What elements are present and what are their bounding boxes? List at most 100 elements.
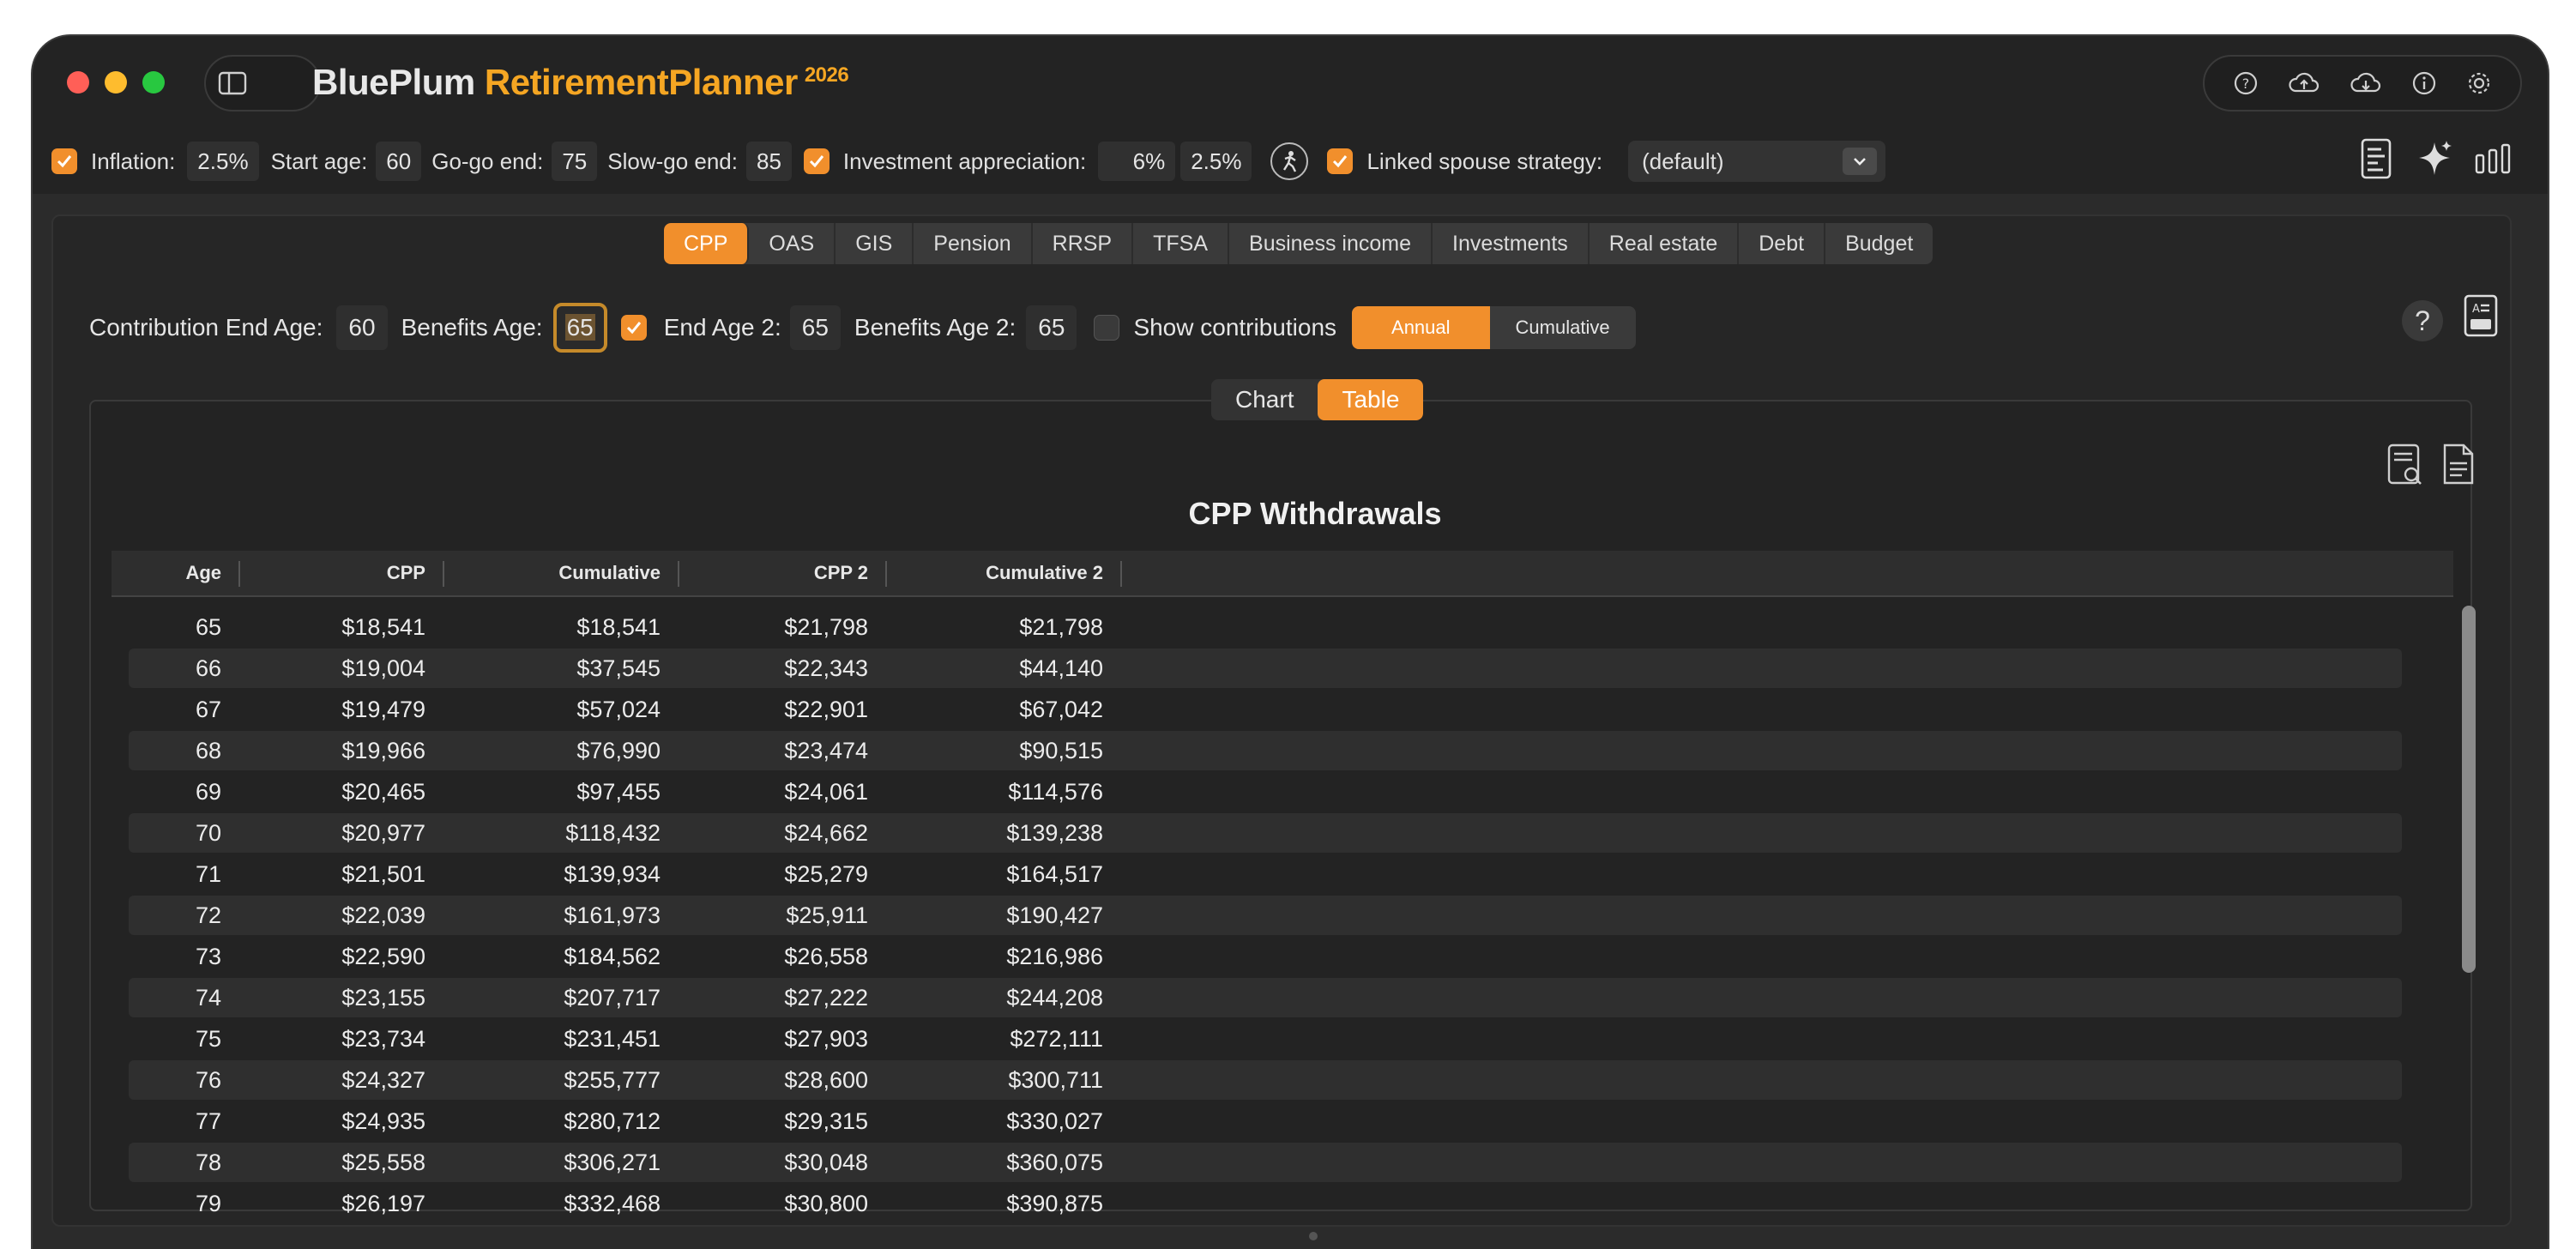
bar-chart-icon[interactable] <box>2474 142 2513 182</box>
gogo-end-field[interactable]: 75 <box>552 142 598 181</box>
tab-rrsp[interactable]: RRSP <box>1033 223 1134 264</box>
checkmark-icon <box>57 155 72 168</box>
table-row[interactable]: 73 $22,590 $184,562 $26,558 $216,986 <box>129 937 2402 976</box>
annual-button[interactable]: Annual <box>1352 306 1490 349</box>
cell-cpp-2: $24,061 <box>784 779 868 805</box>
tab-tfsa[interactable]: TFSA <box>1133 223 1230 264</box>
info-icon[interactable] <box>2411 70 2437 96</box>
title-bar: BluePlum RetirementPlanner 2026 ? <box>33 36 2548 129</box>
table-row[interactable]: 66 $19,004 $37,545 $22,343 $44,140 <box>129 649 2402 688</box>
tab-pension[interactable]: Pension <box>914 223 1033 264</box>
benefits-age-field[interactable]: 65 <box>552 303 607 353</box>
linked-spouse-dropdown[interactable]: (default) <box>1628 141 1886 182</box>
tab-gis[interactable]: GIS <box>836 223 914 264</box>
tab-investments[interactable]: Investments <box>1433 223 1590 264</box>
minimize-window-button[interactable] <box>105 71 127 94</box>
cell-age: 78 <box>195 1149 221 1175</box>
cell-cpp-2: $30,048 <box>784 1149 868 1175</box>
cell-cumulative-2: $164,517 <box>1006 861 1103 887</box>
cell-cumulative-2: $300,711 <box>1008 1067 1103 1093</box>
spouse-cpp-checkbox[interactable] <box>620 315 647 341</box>
tab-debt[interactable]: Debt <box>1739 223 1826 264</box>
help-circle-icon[interactable]: ? <box>2233 70 2259 96</box>
table-row[interactable]: 75 $23,734 $231,451 $27,903 $272,111 <box>129 1019 2402 1059</box>
table-row[interactable]: 69 $20,465 $97,455 $24,061 $114,576 <box>129 772 2402 812</box>
inflation-field[interactable]: 2.5% <box>187 142 259 181</box>
tab-budget[interactable]: Budget <box>1825 223 1933 264</box>
document-icon: A <box>2464 294 2498 337</box>
investment-appreciation-field-2[interactable]: 2.5% <box>1180 142 1252 181</box>
column-header-age[interactable]: Age <box>112 551 221 595</box>
cell-cumulative: $332,468 <box>564 1191 661 1216</box>
chevron-down-icon <box>1843 148 1878 175</box>
table-view-button[interactable]: Table <box>1318 379 1424 420</box>
gogo-end-label: Go-go end: <box>431 148 544 174</box>
runner-strategy-button[interactable] <box>1270 142 1309 180</box>
scroll-thumb[interactable] <box>2462 606 2476 973</box>
cumulative-button[interactable]: Cumulative <box>1490 306 1636 349</box>
table-row[interactable]: 74 $23,155 $207,717 $27,222 $244,208 <box>129 978 2402 1017</box>
investment-appreciation-field[interactable]: 6% <box>1098 142 1176 181</box>
sidebar-toggle-button[interactable] <box>204 55 321 112</box>
cell-cumulative-2: $390,875 <box>1006 1191 1103 1216</box>
chart-table-toggle: Chart Table <box>1211 379 1424 420</box>
show-contributions-checkbox[interactable] <box>1094 315 1120 341</box>
benefits-age-label: Benefits Age: <box>401 314 543 341</box>
tab-oas[interactable]: OAS <box>749 223 836 264</box>
table-row[interactable]: 71 $21,501 $139,934 $25,279 $164,517 <box>129 854 2402 894</box>
table-row[interactable]: 67 $19,479 $57,024 $22,901 $67,042 <box>129 690 2402 729</box>
resize-handle[interactable] <box>1309 1232 1318 1240</box>
cell-cumulative-2: $21,798 <box>1019 614 1103 640</box>
close-window-button[interactable] <box>67 71 89 94</box>
inflation-checkbox[interactable] <box>51 148 77 174</box>
investment-appreciation-checkbox[interactable] <box>803 148 830 174</box>
contribution-end-age-field[interactable]: 60 <box>336 305 388 350</box>
checkmark-icon <box>626 322 641 335</box>
column-header-cpp[interactable]: CPP <box>240 551 425 595</box>
tab-cpp[interactable]: CPP <box>664 223 750 264</box>
column-divider[interactable] <box>1120 561 1122 587</box>
linked-spouse-checkbox[interactable] <box>1327 148 1354 174</box>
cloud-download-icon[interactable] <box>2350 70 2382 96</box>
zoom-window-button[interactable] <box>142 71 165 94</box>
cell-cpp-2: $30,800 <box>784 1191 868 1216</box>
table-row[interactable]: 79 $26,197 $332,468 $30,800 $390,875 <box>129 1184 2402 1223</box>
sidebar-icon <box>218 71 247 95</box>
checkmark-icon <box>1333 155 1348 168</box>
document-search-icon[interactable] <box>2386 443 2424 492</box>
sparkles-icon[interactable] <box>2416 137 2455 186</box>
benefits-age-2-field[interactable]: 65 <box>1026 305 1077 350</box>
table-scrollbar[interactable] <box>2458 602 2477 1220</box>
column-header-cumulative-2[interactable]: Cumulative 2 <box>887 551 1103 595</box>
document-text-icon[interactable] <box>2441 443 2476 492</box>
table-row[interactable]: 76 $24,327 $255,777 $28,600 $300,711 <box>129 1060 2402 1100</box>
cloud-upload-icon[interactable] <box>2288 70 2320 96</box>
table-row[interactable]: 65 $18,541 $18,541 $21,798 $21,798 <box>129 607 2402 647</box>
table-row[interactable]: 77 $24,935 $280,712 $29,315 $330,027 <box>129 1101 2402 1141</box>
slowgo-end-field[interactable]: 85 <box>746 142 792 181</box>
column-header-cumulative[interactable]: Cumulative <box>444 551 661 595</box>
table-row[interactable]: 78 $25,558 $306,271 $30,048 $360,075 <box>129 1143 2402 1182</box>
document-info-button[interactable]: A <box>2462 293 2500 342</box>
table-row[interactable]: 72 $22,039 $161,973 $25,911 $190,427 <box>129 896 2402 935</box>
cell-cpp-2: $21,798 <box>784 614 868 640</box>
cell-cpp-2: $26,558 <box>784 944 868 969</box>
cell-cpp-2: $23,474 <box>784 738 868 763</box>
table-row[interactable]: 68 $19,966 $76,990 $23,474 $90,515 <box>129 731 2402 770</box>
start-age-field[interactable]: 60 <box>376 142 422 181</box>
report-icon[interactable] <box>2359 137 2393 186</box>
column-header-cpp-2[interactable]: CPP 2 <box>679 551 868 595</box>
chart-view-button[interactable]: Chart <box>1211 379 1318 420</box>
table-row[interactable]: 70 $20,977 $118,432 $24,662 $139,238 <box>129 813 2402 853</box>
tab-business-income[interactable]: Business income <box>1229 223 1433 264</box>
table-body: 65 $18,541 $18,541 $21,798 $21,798 66 $19,004 $… <box>112 607 2453 1225</box>
cell-cpp-2: $28,600 <box>784 1067 868 1093</box>
help-button[interactable]: ? <box>2402 300 2443 341</box>
gear-icon[interactable] <box>2466 70 2492 96</box>
cell-cpp: $26,197 <box>341 1191 425 1216</box>
cell-cpp: $19,479 <box>341 697 425 722</box>
annual-cumulative-toggle: Annual Cumulative <box>1352 306 1636 349</box>
linked-spouse-value: (default) <box>1642 148 1724 174</box>
end-age-2-field[interactable]: 65 <box>789 305 841 350</box>
tab-real-estate[interactable]: Real estate <box>1590 223 1740 264</box>
